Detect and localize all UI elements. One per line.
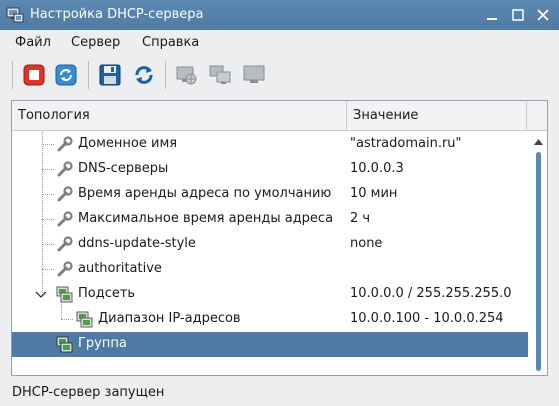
tree-row-authoritative[interactable]: authoritative	[12, 257, 528, 282]
row-label: Время аренды адреса по умолчанию	[78, 186, 332, 201]
row-label: Подсеть	[78, 286, 136, 301]
toolbar-separator	[12, 61, 13, 89]
minimize-button[interactable]	[484, 7, 500, 23]
subnet-icon	[76, 311, 93, 328]
row-value: 10.0.0.100 - 10.0.0.254	[350, 311, 504, 326]
wrench-icon	[56, 211, 73, 228]
stop-button[interactable]	[20, 61, 48, 89]
row-label: DNS-серверы	[78, 161, 169, 176]
tree-row-ip-range[interactable]: Диапазон IP-адресов 10.0.0.100 - 10.0.0.…	[12, 307, 528, 332]
tree-header: Топология Значение	[12, 101, 547, 131]
scrollbar-thumb[interactable]	[536, 152, 541, 371]
row-label: Группа	[78, 336, 127, 351]
row-value: 10.0.0.3	[350, 161, 404, 176]
scroll-up-icon[interactable]	[534, 134, 543, 149]
app-icon	[6, 6, 24, 24]
window-title: Настройка DHCP-сервера	[30, 7, 204, 22]
stop-icon	[23, 64, 45, 86]
tree-row-default-lease-time[interactable]: Время аренды адреса по умолчанию 10 мин	[12, 182, 528, 207]
wrench-icon	[56, 261, 73, 278]
hosts-icon	[209, 65, 231, 84]
toolbar-separator	[88, 61, 89, 89]
tree-row-max-lease-time[interactable]: Максимальное время аренды адреса 2 ч	[12, 207, 528, 232]
status-bar: DHCP-сервер запущен	[0, 380, 559, 406]
row-value: 2 ч	[350, 211, 371, 226]
tree-row-dns-servers[interactable]: DNS-серверы 10.0.0.3	[12, 157, 528, 182]
maximize-button[interactable]	[510, 7, 526, 23]
row-value: none	[350, 236, 383, 251]
topology-tree[interactable]: Топология Значение Доменное имя "astrado…	[11, 100, 548, 376]
tree-row-ddns-update-style[interactable]: ddns-update-style none	[12, 232, 528, 257]
host-icon	[243, 65, 265, 83]
close-button[interactable]	[535, 7, 551, 23]
tree-row-subnet[interactable]: Подсеть 10.0.0.0 / 255.255.255.0	[12, 282, 528, 307]
row-label: authoritative	[78, 261, 162, 276]
host-button[interactable]	[240, 61, 268, 89]
row-label: ddns-update-style	[78, 236, 196, 251]
hosts-button[interactable]	[206, 61, 234, 89]
menu-bar: Файл Сервер Справка	[0, 30, 559, 56]
row-label: Доменное имя	[78, 136, 178, 151]
row-value: 10.0.0.0 / 255.255.255.0	[350, 286, 512, 301]
wrench-icon	[56, 161, 73, 178]
vertical-scrollbar[interactable]	[530, 132, 546, 375]
row-value: "astradomain.ru"	[350, 136, 462, 151]
menu-file[interactable]: Файл	[15, 35, 51, 50]
save-button[interactable]	[96, 61, 124, 89]
tree-row-domain-name[interactable]: Доменное имя "astradomain.ru"	[12, 132, 528, 157]
group-icon	[56, 336, 73, 353]
menu-help[interactable]: Справка	[142, 35, 199, 50]
wrench-icon	[56, 136, 73, 153]
reload-button[interactable]	[130, 61, 158, 89]
refresh-icon	[55, 64, 77, 86]
reload-icon	[135, 66, 153, 84]
chevron-down-icon[interactable]	[34, 287, 48, 301]
save-icon	[99, 64, 121, 86]
row-label: Диапазон IP-адресов	[98, 311, 241, 326]
title-bar: Настройка DHCP-сервера	[0, 0, 559, 30]
row-label: Максимальное время аренды адреса	[78, 211, 334, 226]
tree-row-group[interactable]: Группа	[12, 332, 528, 357]
wrench-icon	[56, 186, 73, 203]
subnet-icon	[56, 286, 73, 303]
column-header-topology[interactable]: Топология	[12, 101, 347, 130]
wrench-icon	[56, 236, 73, 253]
status-text: DHCP-сервер запущен	[12, 385, 165, 400]
toolbar	[0, 56, 559, 94]
menu-server[interactable]: Сервер	[71, 35, 120, 50]
column-header-value[interactable]: Значение	[347, 101, 527, 130]
restart-button[interactable]	[52, 61, 80, 89]
toolbar-separator	[165, 61, 166, 89]
network-button[interactable]	[172, 61, 200, 89]
network-icon	[176, 66, 197, 85]
row-value: 10 мин	[350, 186, 398, 201]
